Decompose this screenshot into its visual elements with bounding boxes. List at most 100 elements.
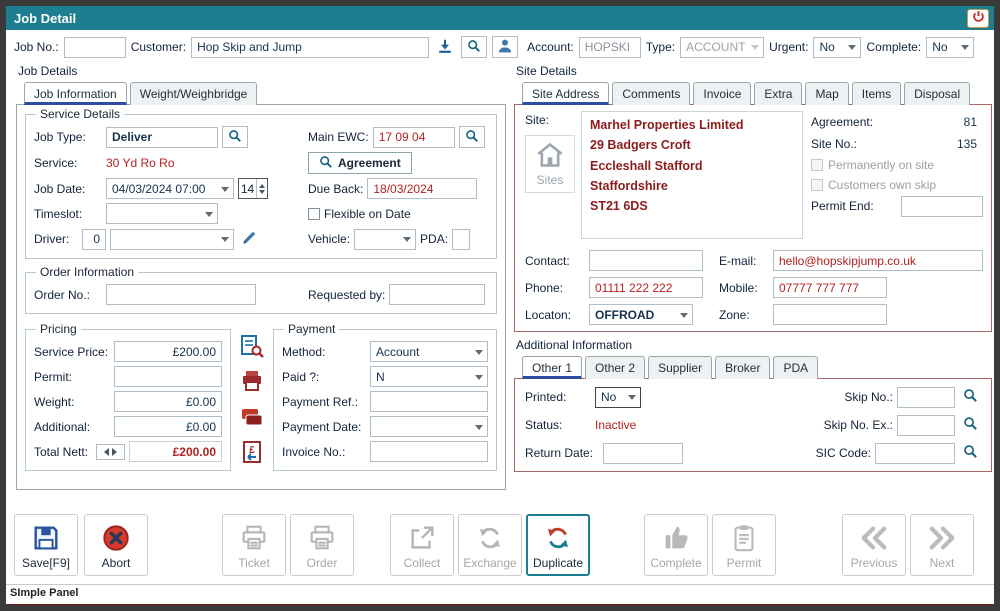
pricing-legend: Pricing <box>36 322 81 336</box>
order-no-field[interactable] <box>106 284 256 305</box>
stepper-arrows-icon[interactable] <box>256 179 267 198</box>
type-select[interactable]: ACCOUNT <box>680 37 764 58</box>
driver-number-field[interactable]: 0 <box>82 229 106 250</box>
paid-select[interactable]: N <box>370 366 488 387</box>
skip-no-search-button[interactable] <box>959 386 981 408</box>
site-agreement-value: 81 <box>964 115 983 129</box>
agreement-button[interactable]: Agreement <box>308 152 412 174</box>
job-no-field[interactable] <box>64 37 126 58</box>
ticket-button-label: Ticket <box>238 556 270 570</box>
tab-weight-weighbridge[interactable]: Weight/Weighbridge <box>130 82 258 105</box>
due-back-field[interactable]: 18/03/2024 <box>367 178 477 199</box>
job-type-search-button[interactable] <box>222 126 248 148</box>
sic-code-search-button[interactable] <box>959 442 981 464</box>
site-details-title: Site Details <box>514 64 992 81</box>
driver-edit-button[interactable] <box>238 228 260 250</box>
main-ewc-field[interactable]: 17 09 04 <box>373 127 455 148</box>
price-lookup-button[interactable] <box>241 336 263 358</box>
pricing-payment-row: Pricing Service Price: £200.00 Permit: W… <box>17 320 505 477</box>
chevron-down-icon <box>403 237 411 246</box>
tab-other-2[interactable]: Other 2 <box>585 356 645 379</box>
timeslot-label: Timeslot: <box>34 207 102 221</box>
location-select[interactable]: OFFROAD <box>589 304 693 325</box>
customer-search-button[interactable] <box>461 36 487 58</box>
skip-no-field[interactable] <box>897 387 955 408</box>
total-nett-scroll-buttons[interactable] <box>96 444 125 460</box>
tab-supplier[interactable]: Supplier <box>648 356 712 379</box>
sic-code-field[interactable] <box>875 443 955 464</box>
additional-information-title: Additional Information <box>514 338 992 355</box>
tab-map[interactable]: Map <box>805 82 848 105</box>
order-button[interactable]: Order <box>290 514 354 576</box>
permit-field[interactable] <box>114 366 222 387</box>
ticket-button[interactable]: Ticket <box>222 514 286 576</box>
account-field[interactable]: HOPSKI <box>579 37 641 58</box>
phone-field[interactable]: 01111 222 222 <box>589 277 703 298</box>
job-date-select[interactable]: 04/03/2024 07:00 <box>106 178 234 199</box>
return-date-field[interactable] <box>603 443 683 464</box>
complete-button[interactable]: Complete <box>644 514 708 576</box>
printed-select[interactable]: No <box>595 387 641 408</box>
vehicle-select[interactable] <box>354 229 416 250</box>
tab-items[interactable]: Items <box>852 82 901 105</box>
mobile-field[interactable]: 07777 777 777 <box>773 277 887 298</box>
tab-pda[interactable]: PDA <box>773 356 818 379</box>
customer-download-button[interactable] <box>434 36 456 58</box>
due-days-value: 14 <box>239 179 256 198</box>
requested-by-field[interactable] <box>389 284 485 305</box>
contact-field[interactable] <box>589 250 703 271</box>
save-button[interactable]: Save[F9] <box>14 514 78 576</box>
duplicate-button[interactable]: Duplicate <box>526 514 590 576</box>
invoice-no-field[interactable] <box>370 441 488 462</box>
service-price-field[interactable]: £200.00 <box>114 341 222 362</box>
due-days-stepper[interactable]: 14 <box>238 178 268 199</box>
method-select[interactable]: Account <box>370 341 488 362</box>
email-field[interactable]: hello@hopskipjump.co.uk <box>773 250 983 271</box>
permit-button[interactable]: Permit <box>712 514 776 576</box>
previous-button[interactable]: Previous <box>842 514 906 576</box>
customer-field[interactable]: Hop Skip and Jump <box>191 37 429 58</box>
exchange-button[interactable]: Exchange <box>458 514 522 576</box>
timeslot-select[interactable] <box>106 203 218 224</box>
tab-broker[interactable]: Broker <box>715 356 770 379</box>
tab-other-1[interactable]: Other 1 <box>522 356 582 379</box>
email-label: E-mail: <box>719 254 769 268</box>
tab-invoice[interactable]: Invoice <box>693 82 751 105</box>
customers-own-skip-checkbox[interactable] <box>811 179 823 191</box>
payment-date-select[interactable] <box>370 416 488 437</box>
skip-no-ex-field[interactable] <box>897 415 955 436</box>
price-export-button[interactable]: £ <box>241 443 263 465</box>
skip-no-ex-search-button[interactable] <box>959 414 981 436</box>
job-details-tabs: Job Information Weight/Weighbridge <box>16 81 506 104</box>
permit-end-field[interactable] <box>901 196 983 217</box>
zone-field[interactable] <box>773 304 887 325</box>
collect-button[interactable]: Collect <box>390 514 454 576</box>
next-button[interactable]: Next <box>910 514 974 576</box>
driver-select[interactable] <box>110 229 234 250</box>
payment-cards-button[interactable] <box>241 407 263 429</box>
weight-field[interactable]: £0.00 <box>114 391 222 412</box>
urgent-label: Urgent: <box>769 40 808 54</box>
price-lookup-icon <box>240 334 264 361</box>
abort-button[interactable]: Abort <box>84 514 148 576</box>
close-power-button[interactable] <box>967 9 989 28</box>
tab-extra[interactable]: Extra <box>754 82 802 105</box>
price-print-button[interactable] <box>241 372 263 394</box>
tab-disposal[interactable]: Disposal <box>904 82 970 105</box>
flexible-on-date-checkbox[interactable] <box>308 208 320 220</box>
payment-ref-field[interactable] <box>370 391 488 412</box>
additional-field[interactable]: £0.00 <box>114 416 222 437</box>
urgent-select[interactable]: No <box>813 37 861 58</box>
tab-comments[interactable]: Comments <box>612 82 690 105</box>
customer-contact-button[interactable] <box>492 36 518 58</box>
sites-button[interactable]: Sites <box>525 135 575 193</box>
complete-select[interactable]: No <box>926 37 974 58</box>
main-ewc-search-button[interactable] <box>459 126 485 148</box>
chevron-down-icon <box>221 237 229 246</box>
job-type-field[interactable]: Deliver <box>106 127 218 148</box>
permanently-on-site-checkbox[interactable] <box>811 159 823 171</box>
urgent-value: No <box>819 40 834 54</box>
pda-field[interactable] <box>452 229 470 250</box>
tab-job-information[interactable]: Job Information <box>24 82 127 105</box>
tab-site-address[interactable]: Site Address <box>522 82 609 105</box>
